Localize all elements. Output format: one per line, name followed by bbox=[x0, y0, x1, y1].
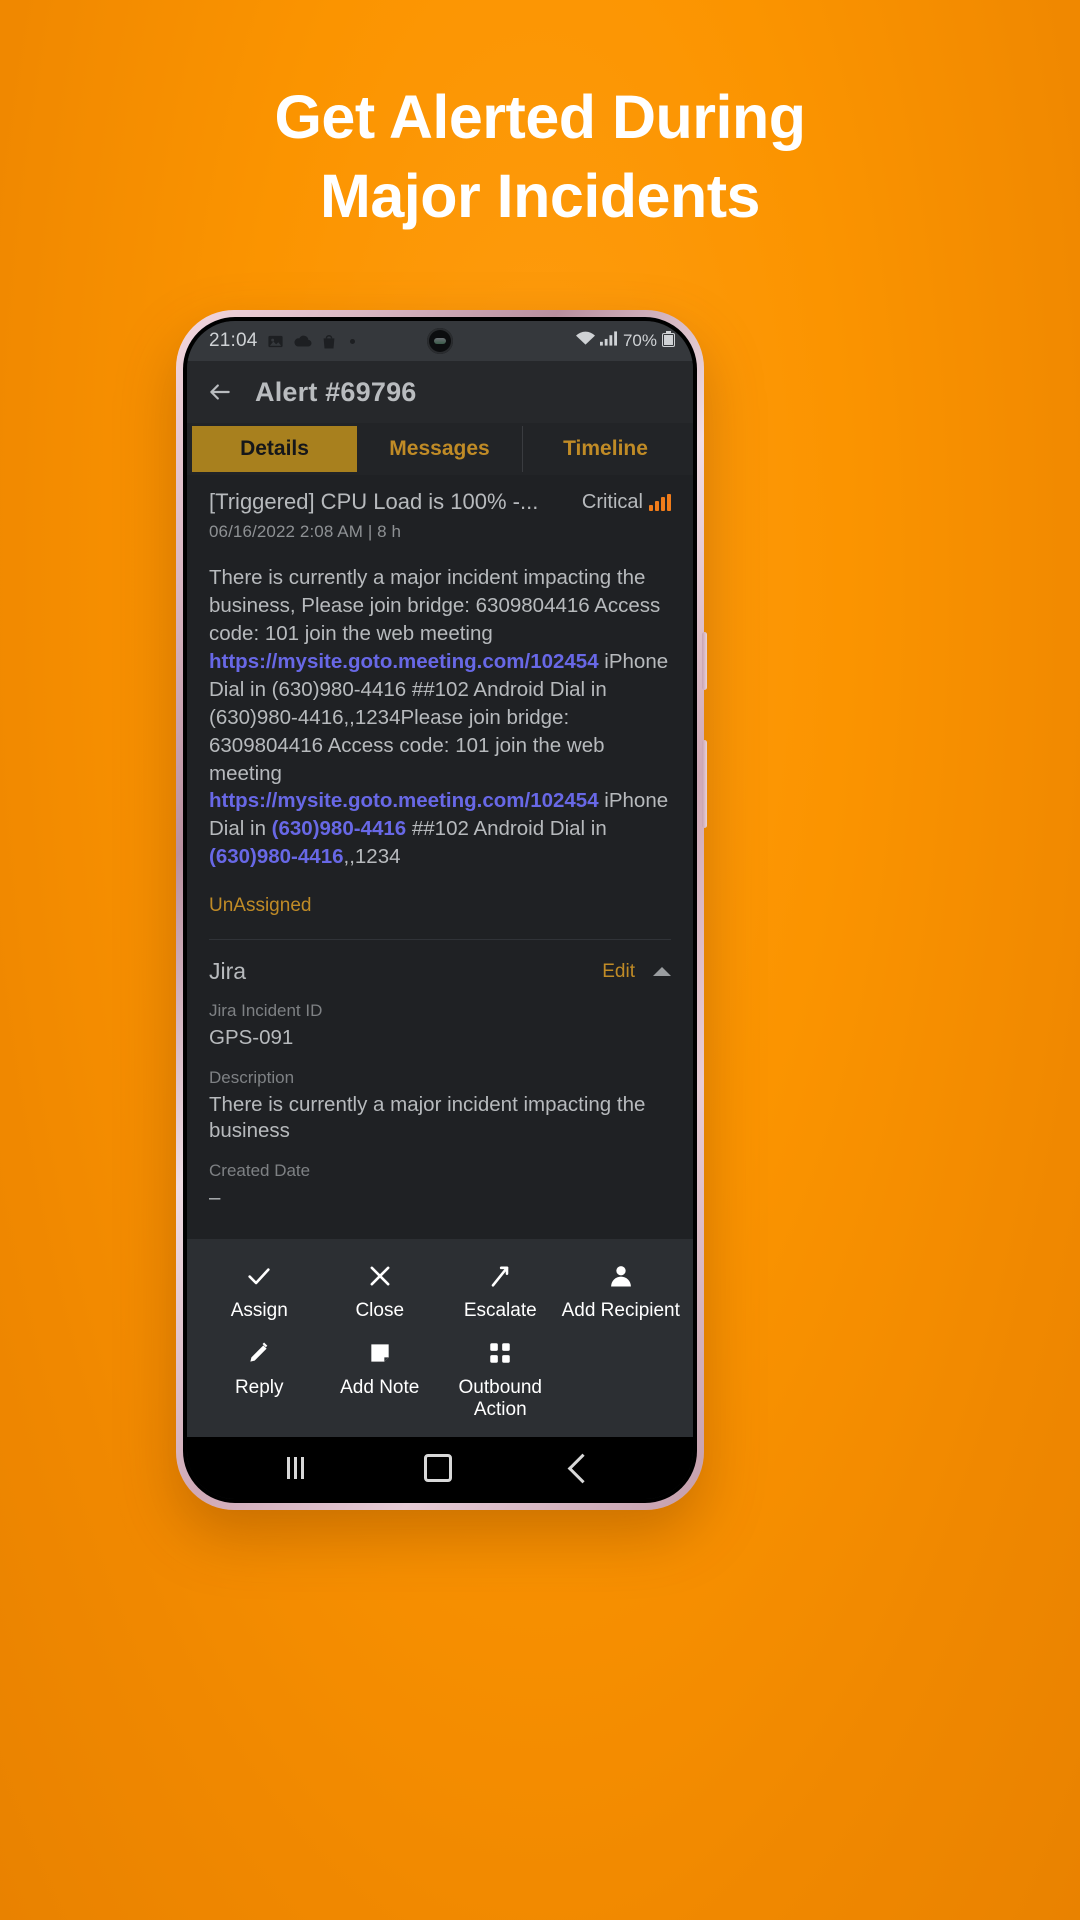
jira-section-controls: Edit bbox=[602, 961, 671, 983]
add-recipient-label: Add Recipient bbox=[561, 1300, 680, 1322]
field-label: Description bbox=[209, 1067, 295, 1087]
arrow-left-icon[interactable] bbox=[207, 379, 233, 405]
chevron-up-icon[interactable] bbox=[653, 967, 671, 977]
reply-button[interactable]: Reply bbox=[199, 1338, 320, 1421]
field-jira-incident-id: Jira Incident ID GPS-091 bbox=[209, 1001, 671, 1052]
status-bar-clock: 21:04 bbox=[209, 330, 258, 351]
status-bar-system-icons: 70% bbox=[575, 330, 675, 352]
tab-details[interactable]: Details bbox=[192, 426, 357, 472]
alert-details-panel[interactable]: [Triggered] CPU Load is 100% -... Critic… bbox=[187, 475, 693, 1240]
wifi-icon bbox=[575, 331, 595, 351]
phone-side-button-power[interactable] bbox=[702, 740, 707, 828]
add-note-label: Add Note bbox=[340, 1377, 420, 1399]
meeting-link[interactable]: https://mysite.goto.meeting.com/102454 bbox=[209, 789, 599, 812]
action-row-2: Reply Add Note Outbound Action bbox=[199, 1338, 681, 1421]
back-icon[interactable] bbox=[567, 1453, 598, 1483]
alert-body-segment: ,,1234 bbox=[343, 845, 401, 869]
reply-label: Reply bbox=[234, 1377, 284, 1399]
person-icon bbox=[607, 1261, 635, 1291]
recents-icon[interactable] bbox=[287, 1457, 304, 1479]
edit-button[interactable]: Edit bbox=[602, 961, 635, 983]
severity-label: Critical bbox=[581, 491, 643, 513]
action-panel: Assign Close Escalate Add Recipient Repl… bbox=[187, 1239, 693, 1437]
check-icon bbox=[245, 1261, 273, 1291]
dot-icon bbox=[349, 338, 355, 344]
status-badge: Critical bbox=[582, 489, 671, 514]
field-value: – bbox=[209, 1185, 221, 1209]
status-bar: 21:04 70% bbox=[187, 321, 693, 361]
alert-title: [Triggered] CPU Load is 100% -... bbox=[209, 489, 539, 514]
field-description: Description There is currently a major i… bbox=[209, 1068, 671, 1145]
section-divider bbox=[209, 939, 671, 941]
close-button[interactable]: Close bbox=[320, 1261, 441, 1322]
android-nav-bar bbox=[187, 1437, 693, 1499]
jira-section-title: Jira bbox=[209, 958, 247, 985]
phone-bezel: 21:04 70% Alert #69796 Details Messages … bbox=[183, 317, 697, 1503]
tab-timeline[interactable]: Timeline bbox=[523, 426, 688, 472]
battery-percent-label: 70% bbox=[622, 331, 657, 350]
phone-mockup: 21:04 70% Alert #69796 Details Messages … bbox=[176, 310, 707, 1510]
jira-section-header: Jira Edit bbox=[209, 958, 671, 985]
status-bar-notification-icons bbox=[267, 333, 355, 350]
alert-timestamp: 06/16/2022 2:08 AM bbox=[209, 522, 363, 542]
field-label: Created Date bbox=[209, 1160, 311, 1180]
alert-header: [Triggered] CPU Load is 100% -... Critic… bbox=[209, 489, 671, 515]
action-row-1: Assign Close Escalate Add Recipient bbox=[199, 1261, 681, 1322]
phone-link[interactable]: (630)980-4416 bbox=[272, 817, 407, 840]
action-slot-empty bbox=[561, 1338, 682, 1421]
signal-bars-icon bbox=[649, 494, 671, 511]
front-camera-punch-hole bbox=[427, 328, 453, 354]
headline-line-1: Get Alerted During bbox=[274, 83, 806, 151]
tab-bar: Details Messages Timeline bbox=[187, 423, 693, 475]
alert-duration: 8 h bbox=[377, 522, 402, 542]
assign-button[interactable]: Assign bbox=[199, 1261, 320, 1322]
phone-screen: 21:04 70% Alert #69796 Details Messages … bbox=[187, 321, 693, 1499]
alert-meta-separator: | bbox=[367, 522, 373, 542]
pencil-icon bbox=[246, 1338, 272, 1368]
assign-label: Assign bbox=[230, 1300, 288, 1322]
phone-side-button-volume[interactable] bbox=[702, 632, 707, 690]
home-icon[interactable] bbox=[424, 1454, 452, 1482]
battery-icon bbox=[662, 330, 675, 352]
promo-screenshot: Get Alerted During Major Incidents 21:04 bbox=[0, 0, 1080, 1920]
image-icon bbox=[267, 333, 284, 350]
app-bar: Alert #69796 bbox=[187, 361, 693, 423]
tab-messages[interactable]: Messages bbox=[357, 426, 523, 472]
field-label: Jira Incident ID bbox=[209, 1001, 323, 1021]
headline-line-2: Major Incidents bbox=[320, 162, 760, 231]
note-icon bbox=[367, 1338, 393, 1368]
add-note-button[interactable]: Add Note bbox=[320, 1338, 441, 1421]
assignment-status[interactable]: UnAssigned bbox=[209, 895, 671, 917]
alert-body-text: There is currently a major incident impa… bbox=[209, 564, 671, 871]
cellular-signal-icon bbox=[599, 331, 617, 351]
outbound-action-button[interactable]: Outbound Action bbox=[440, 1338, 561, 1421]
alert-body-segment: There is currently a major incident impa… bbox=[209, 566, 661, 646]
shopping-bag-icon bbox=[321, 333, 337, 350]
alert-meta: 06/16/2022 2:08 AM | 8 h bbox=[209, 522, 671, 542]
grid-dots-icon bbox=[487, 1338, 513, 1368]
close-label: Close bbox=[355, 1300, 405, 1322]
field-value: GPS-091 bbox=[209, 1026, 294, 1050]
close-x-icon bbox=[366, 1261, 394, 1291]
add-recipient-button[interactable]: Add Recipient bbox=[561, 1261, 682, 1322]
field-value: There is currently a major incident impa… bbox=[209, 1092, 646, 1143]
field-created-date: Created Date – bbox=[209, 1161, 671, 1212]
escalate-button[interactable]: Escalate bbox=[440, 1261, 561, 1322]
cloud-icon bbox=[293, 334, 312, 348]
escalate-label: Escalate bbox=[463, 1300, 537, 1322]
promo-headline: Get Alerted During Major Incidents bbox=[0, 78, 1080, 237]
alert-body-segment: ##102 Android Dial in bbox=[406, 817, 607, 841]
page-title: Alert #69796 bbox=[255, 376, 417, 407]
meeting-link[interactable]: https://mysite.goto.meeting.com/102454 bbox=[209, 650, 599, 673]
phone-link[interactable]: (630)980-4416 bbox=[209, 845, 344, 868]
outbound-action-label: Outbound Action bbox=[458, 1377, 542, 1421]
escalate-arrow-icon bbox=[486, 1261, 514, 1291]
